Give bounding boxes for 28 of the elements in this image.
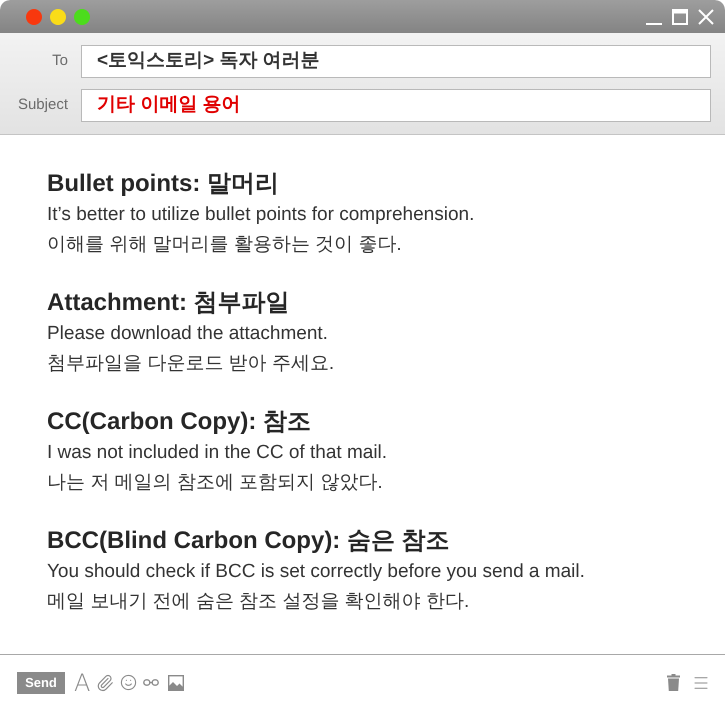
to-field[interactable]: <토익스토리> 독자 여러분 bbox=[81, 45, 711, 78]
section-text: It’s better to utilize bullet points for comprehension. bbox=[47, 203, 474, 227]
section-text: You should check if BCC is set correctly before you send a mail. bbox=[47, 560, 585, 584]
section-heading: Attachment: 첨부파일 bbox=[47, 288, 290, 318]
trash-icon[interactable] bbox=[667, 674, 680, 691]
section-text: 첨부파일을 다운로드 받아 주세요. bbox=[47, 352, 334, 376]
section-heading: Bullet points: 말머리 bbox=[47, 169, 279, 199]
section-text: 메일 보내기 전에 숨은 참조 설정을 확인해야 한다. bbox=[47, 590, 470, 614]
section-text: I was not included in the CC of that mail. bbox=[47, 441, 388, 465]
maximize-icon[interactable] bbox=[672, 8, 688, 24]
field-label: Subject bbox=[16, 95, 69, 116]
section-heading: CC(Carbon Copy): 참조 bbox=[47, 407, 311, 437]
close-dot-icon[interactable] bbox=[26, 8, 42, 24]
section-heading: BCC(Blind Carbon Copy): 숨은 참조 bbox=[47, 526, 450, 556]
section-text: 나는 저 메일의 참조에 포함되지 않았다. bbox=[47, 471, 383, 495]
close-icon[interactable] bbox=[698, 8, 714, 24]
link-icon[interactable] bbox=[143, 679, 160, 686]
paperclip-icon[interactable] bbox=[96, 674, 114, 692]
send-button[interactable]: Send bbox=[17, 672, 65, 694]
section-text: Please download the attachment. bbox=[47, 322, 328, 346]
field-label: To bbox=[51, 51, 69, 72]
maximize-dot-icon[interactable] bbox=[74, 8, 90, 24]
font-button[interactable]: A bbox=[74, 670, 90, 694]
image-icon[interactable] bbox=[168, 674, 184, 690]
minimize-dot-icon[interactable] bbox=[50, 8, 66, 24]
subject-field[interactable]: 기타 이메일 용어 bbox=[81, 89, 711, 122]
smile-icon[interactable] bbox=[120, 674, 138, 691]
section-text: 이해를 위해 말머리를 활용하는 것이 좋다. bbox=[47, 233, 402, 257]
